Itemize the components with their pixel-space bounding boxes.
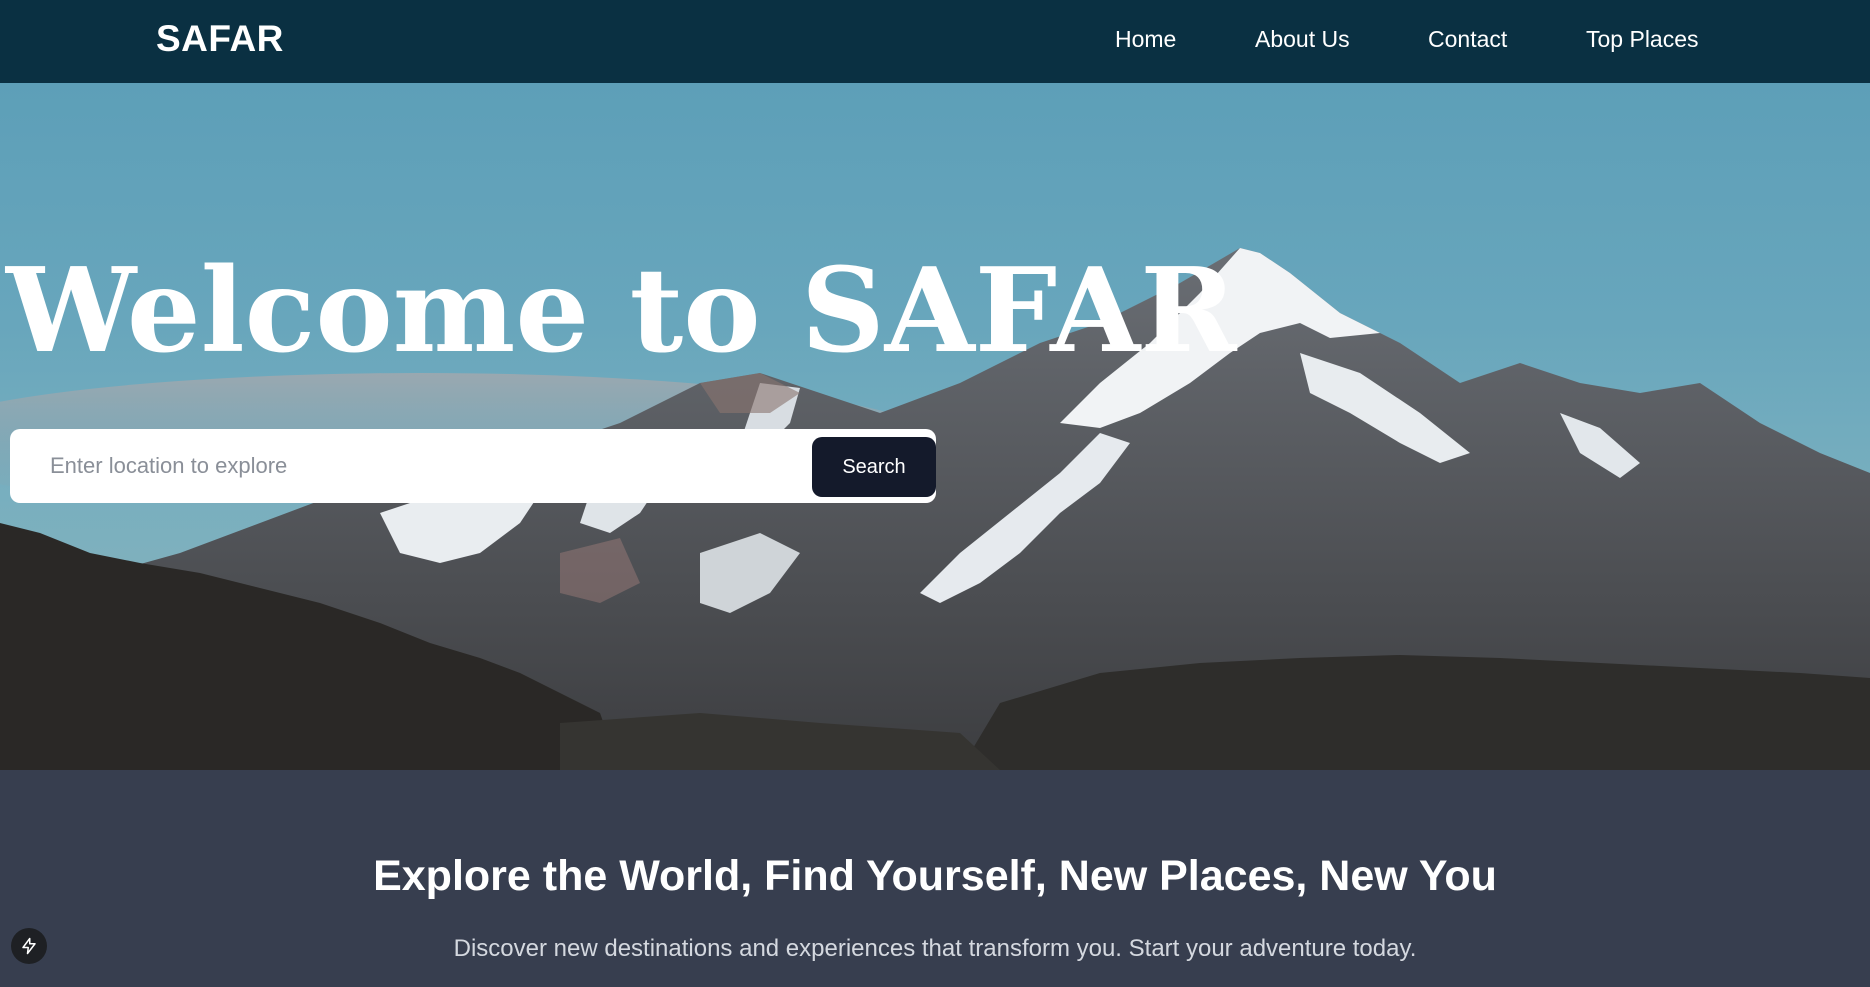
dev-tools-badge[interactable] xyxy=(11,928,47,964)
tagline-section: Explore the World, Find Yourself, New Pl… xyxy=(0,770,1870,987)
nav-link-contact[interactable]: Contact xyxy=(1428,26,1507,53)
search-button[interactable]: Search xyxy=(812,437,936,497)
mountain-background-image xyxy=(0,248,1870,770)
lightning-bolt-icon xyxy=(22,937,36,955)
hero-title: Welcome to SAFAR xyxy=(6,243,1237,379)
tagline-heading: Explore the World, Find Yourself, New Pl… xyxy=(373,852,1497,900)
tagline-subheading: Discover new destinations and experience… xyxy=(453,935,1417,962)
nav-link-top-places[interactable]: Top Places xyxy=(1586,26,1699,53)
nav-link-home[interactable]: Home xyxy=(1115,26,1176,53)
hero-section: Welcome to SAFAR Search xyxy=(0,83,1870,770)
brand-logo[interactable]: SAFAR xyxy=(156,18,284,60)
nav-link-about-us[interactable]: About Us xyxy=(1255,26,1350,53)
search-box: Search xyxy=(10,429,936,503)
location-search-input[interactable] xyxy=(50,441,790,491)
navbar: SAFAR Home About Us Contact Top Places xyxy=(0,0,1870,83)
